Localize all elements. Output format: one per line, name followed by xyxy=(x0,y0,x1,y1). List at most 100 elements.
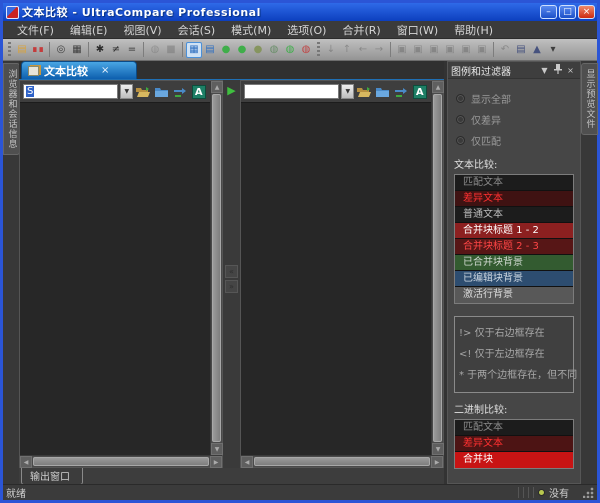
right-pane-header: ▼ A xyxy=(241,81,431,102)
toolbar-overflow-icon[interactable]: ▾ xyxy=(545,42,561,58)
right-swap-icon[interactable] xyxy=(393,84,409,100)
print-icon[interactable]: ▦ xyxy=(69,42,85,58)
merge-save-icon: ▣ xyxy=(474,42,490,58)
scroll-down-icon[interactable]: ▼ xyxy=(211,443,223,455)
toolbar-grip[interactable] xyxy=(317,42,320,57)
layout-split-icon[interactable]: ▤ xyxy=(202,42,218,58)
frame-notes-box: !> 仅于右边框存在 <! 仅于左边框存在 * 于两个边框存在，但不同 xyxy=(454,316,574,393)
menu-item-view[interactable]: 视图(V) xyxy=(115,21,169,39)
layout-grid-icon[interactable]: ▦ xyxy=(186,42,202,58)
filter-label: 仅匹配 xyxy=(471,133,501,148)
scroll-right-icon[interactable]: ▶ xyxy=(210,456,222,468)
right-horizontal-scrollbar[interactable]: ◀ ▶ xyxy=(241,455,443,467)
toolbar-separator xyxy=(88,42,89,57)
menu-bar: 文件(F) 编辑(E) 视图(V) 会话(S) 模式(M) 选项(O) 合并(R… xyxy=(3,21,597,39)
vertical-scroll-thumb[interactable] xyxy=(433,94,442,442)
recent-sessions-icon[interactable]: ∎∎ xyxy=(30,42,46,58)
text-compare-legend-label: 文本比较: xyxy=(454,156,574,171)
left-open-file-icon[interactable] xyxy=(135,84,151,100)
right-combobox-dropdown-icon[interactable]: ▼ xyxy=(341,84,354,99)
scroll-left-icon[interactable]: ◀ xyxy=(20,456,32,468)
web-green-icon[interactable]: ◍ xyxy=(282,42,298,58)
menu-item-edit[interactable]: 编辑(E) xyxy=(62,21,116,39)
menu-item-window[interactable]: 窗口(W) xyxy=(389,21,446,39)
pin-icon[interactable] xyxy=(551,64,564,76)
legend-item-different-text: 差异文本 xyxy=(455,191,573,207)
session-1-icon[interactable]: ● xyxy=(218,42,234,58)
maximize-button[interactable]: □ xyxy=(559,5,576,19)
menu-item-mode[interactable]: 模式(M) xyxy=(223,21,279,39)
left-font-icon[interactable]: A xyxy=(191,84,207,100)
scroll-up-icon[interactable]: ▲ xyxy=(432,81,444,93)
toolbar-separator xyxy=(182,42,183,57)
start-compare-icon[interactable]: ▶ xyxy=(227,84,235,97)
preview-files-panel-tab[interactable]: 显示预览文件 xyxy=(581,63,598,135)
vertical-scroll-thumb[interactable] xyxy=(212,94,221,442)
right-vertical-scrollbar[interactable]: ▲ ▼ xyxy=(431,81,443,455)
find-icon[interactable]: ◎ xyxy=(53,42,69,58)
left-vertical-scrollbar[interactable]: ▲ ▼ xyxy=(210,81,222,455)
scroll-left-icon[interactable]: ◀ xyxy=(241,456,253,468)
session-tab-text-compare[interactable]: 文本比较 × xyxy=(21,61,137,79)
font-a-icon: A xyxy=(192,85,206,99)
left-swap-icon[interactable] xyxy=(172,84,188,100)
upload-icon[interactable]: ▲ xyxy=(529,42,545,58)
session-2-icon[interactable]: ● xyxy=(234,42,250,58)
filter-show-all[interactable]: 显示全部 xyxy=(456,91,572,106)
left-combobox-dropdown-icon[interactable]: ▼ xyxy=(120,84,133,99)
scroll-up-icon[interactable]: ▲ xyxy=(211,81,223,93)
scroll-down-icon[interactable]: ▼ xyxy=(432,443,444,455)
panel-close-icon[interactable]: × xyxy=(564,66,577,75)
legend-item-normal-text: 普通文本 xyxy=(455,207,573,223)
merge-left-icon: ▣ xyxy=(394,42,410,58)
right-open-file-icon[interactable] xyxy=(356,84,372,100)
horizontal-scroll-thumb[interactable] xyxy=(254,457,430,466)
scroll-right-icon[interactable]: ▶ xyxy=(431,456,443,468)
legend-item-active-line-bg: 激活行背景 xyxy=(455,287,573,303)
right-pane-content[interactable] xyxy=(241,102,431,455)
right-compare-pane: ▼ A xyxy=(240,80,444,468)
right-browse-folder-icon[interactable] xyxy=(375,84,391,100)
left-browse-folder-icon[interactable] xyxy=(154,84,170,100)
close-button[interactable]: × xyxy=(578,5,595,19)
legend-filters-panel: 图例和过滤器 ▼ × 显示全部 仅差异 仅匹配 xyxy=(447,61,581,484)
left-file-combobox[interactable]: S xyxy=(23,84,118,99)
right-font-icon[interactable]: A xyxy=(412,84,428,100)
session-3-icon[interactable]: ● xyxy=(250,42,266,58)
show-matching-icon[interactable]: = xyxy=(124,42,140,58)
menu-item-file[interactable]: 文件(F) xyxy=(9,21,62,39)
status-right-value: 没有 xyxy=(549,485,569,500)
right-dock-strip: 显示预览文件 xyxy=(581,61,597,484)
right-file-combobox[interactable] xyxy=(244,84,339,99)
left-pane-content[interactable] xyxy=(20,102,210,455)
toolbar-grip[interactable] xyxy=(8,42,11,57)
show-differences-icon[interactable]: ≠ xyxy=(108,42,124,58)
prev-diff-icon: ↑ xyxy=(339,42,355,58)
filter-differences-only[interactable]: 仅差异 xyxy=(456,112,572,127)
left-horizontal-scrollbar[interactable]: ◀ ▶ xyxy=(20,455,222,467)
explorer-session-panel-tab[interactable]: 浏览器和会话信息 xyxy=(3,63,20,155)
tab-close-icon[interactable]: × xyxy=(101,65,109,76)
left-dock-strip: 浏览器和会话信息 xyxy=(3,61,19,484)
text-legend-box: 匹配文本 差异文本 普通文本 合并块标题 1 - 2 合并块标题 2 - 3 已… xyxy=(454,174,574,304)
menu-item-session[interactable]: 会话(S) xyxy=(170,21,224,39)
menu-item-merge[interactable]: 合并(R) xyxy=(334,21,388,39)
filter-matching-only[interactable]: 仅匹配 xyxy=(456,133,572,148)
output-window-tab[interactable]: 输出窗口 xyxy=(21,468,83,485)
legend-item-merge-block-2-3: 合并块标题 2 - 3 xyxy=(455,239,573,255)
toolbar-separator xyxy=(390,42,391,57)
new-session-icon[interactable]: ▤ xyxy=(14,42,30,58)
show-all-icon[interactable]: ✱ xyxy=(92,42,108,58)
edit-mode-icon[interactable]: ▤ xyxy=(513,42,529,58)
menu-item-help[interactable]: 帮助(H) xyxy=(446,21,501,39)
folder-icon xyxy=(376,86,390,98)
web-sync-icon[interactable]: ◍ xyxy=(266,42,282,58)
swap-arrows-icon xyxy=(173,86,187,98)
folder-open-icon xyxy=(136,86,150,98)
panel-menu-icon[interactable]: ▼ xyxy=(538,66,551,75)
minimize-button[interactable]: – xyxy=(540,5,557,19)
menu-item-options[interactable]: 选项(O) xyxy=(279,21,334,39)
web-red-icon[interactable]: ◍ xyxy=(298,42,314,58)
horizontal-scroll-thumb[interactable] xyxy=(33,457,209,466)
resize-grip[interactable] xyxy=(583,487,594,498)
